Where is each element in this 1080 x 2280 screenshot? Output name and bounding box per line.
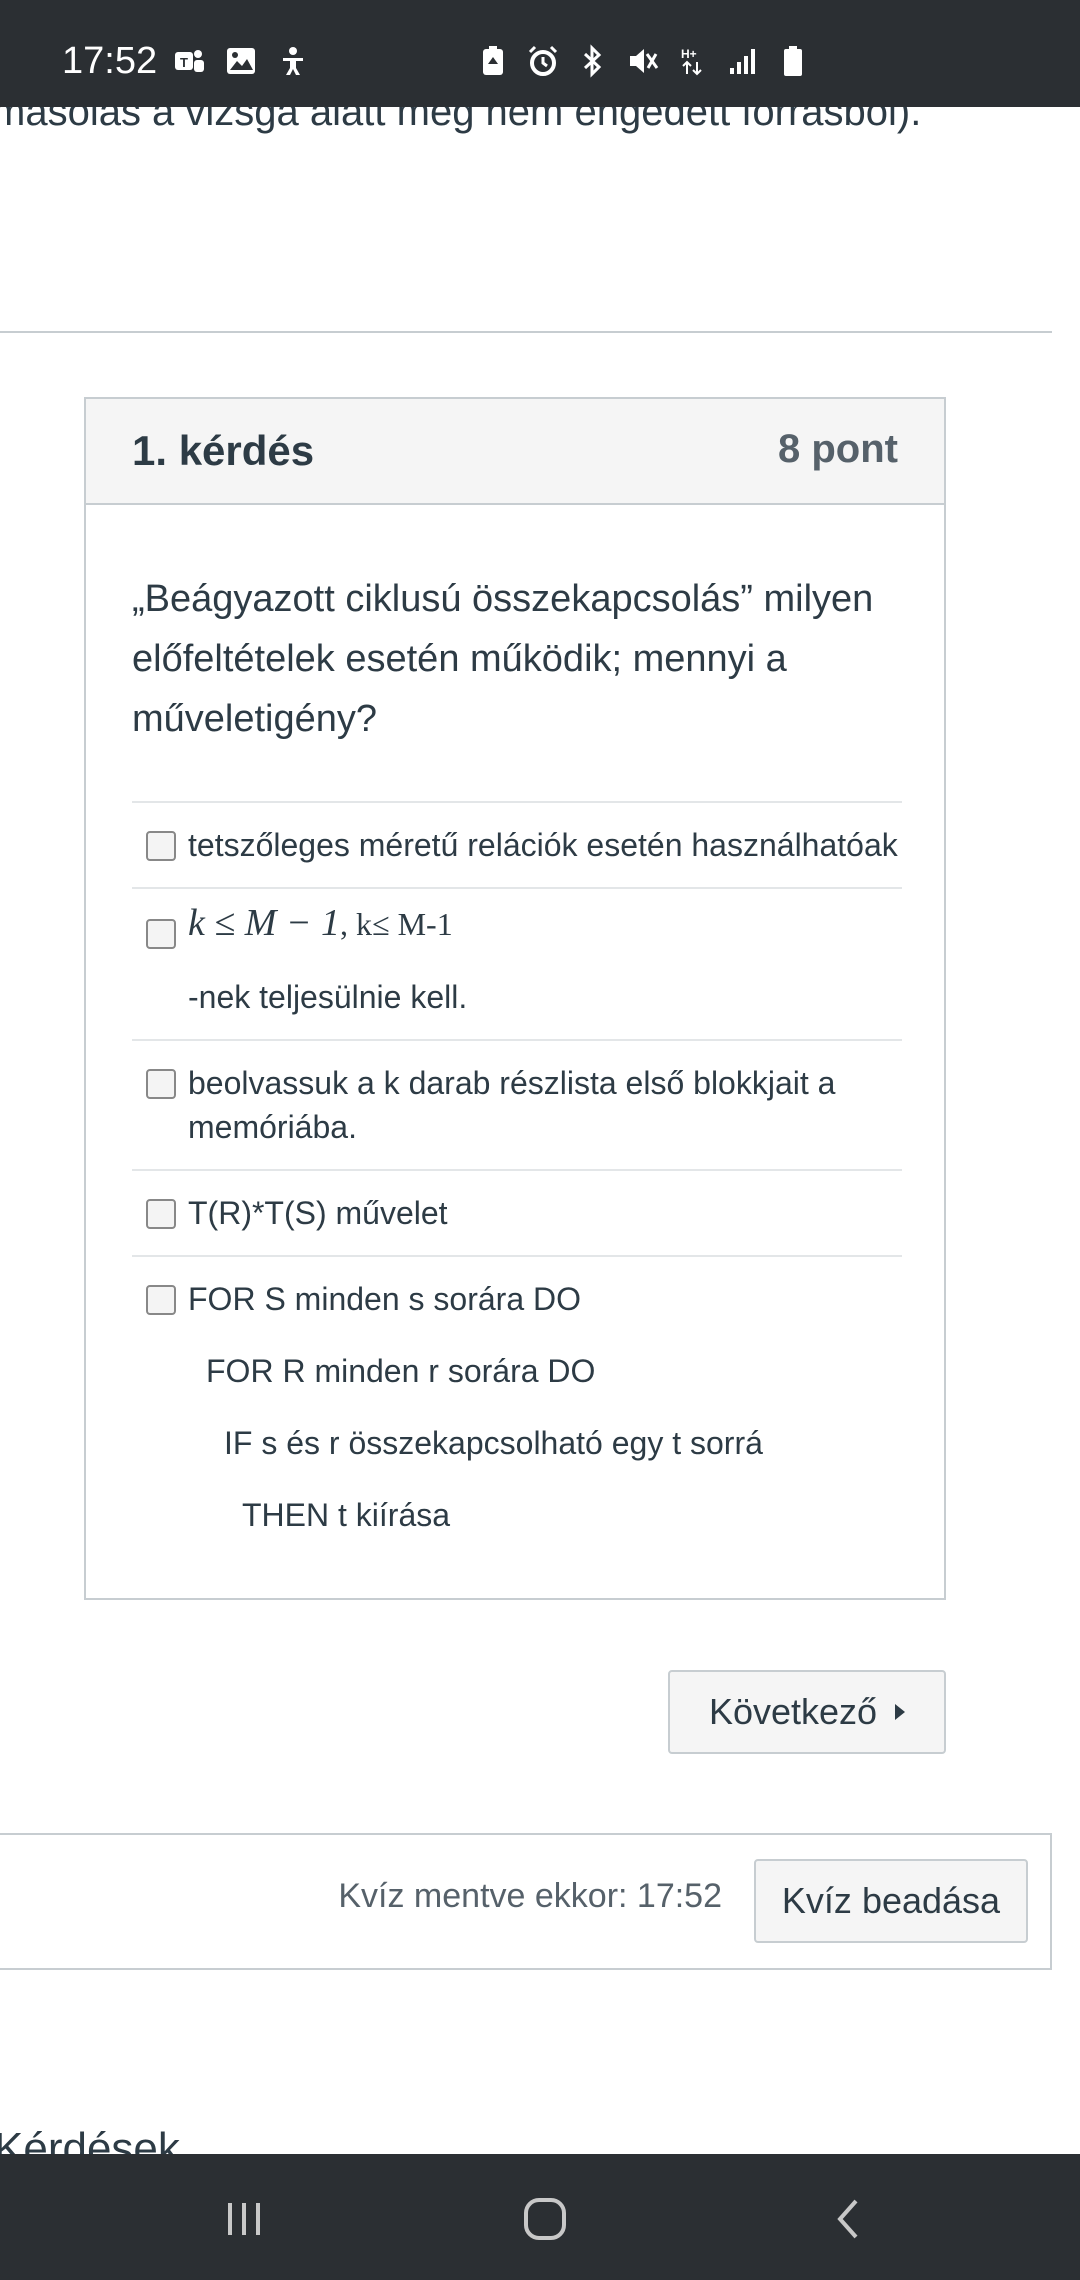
answer-checkbox[interactable] xyxy=(146,831,176,861)
status-left-icons: T xyxy=(172,44,310,78)
status-bar: 17:52 T H+ xyxy=(0,0,1080,107)
question-text: „Beágyazott ciklusú összekapcsolás” mily… xyxy=(132,578,874,740)
submit-quiz-label: Kvíz beadása xyxy=(781,1880,1001,1921)
answer-label: beolvassuk a k darab részlista első blok… xyxy=(188,1065,836,1101)
answer-math: k ≤ M − 1, k≤ M-1 xyxy=(188,901,453,946)
status-time: 17:52 xyxy=(62,40,158,82)
answer-option[interactable]: FOR S minden s sorára DO FOR R minden r … xyxy=(132,1255,902,1545)
hplus-data-icon: H+ xyxy=(676,44,710,78)
battery-icon xyxy=(776,44,810,78)
answer-checkbox[interactable] xyxy=(146,919,176,949)
next-button-label: Következő xyxy=(708,1691,878,1732)
answer-checkbox[interactable] xyxy=(146,1285,176,1315)
play-triangle-icon xyxy=(895,1704,906,1720)
math-plain: , k≤ M-1 xyxy=(340,906,453,942)
answer-label: FOR R minden r sorára DO xyxy=(206,1353,596,1389)
answer-label: tetszőleges méretű relációk esetén haszn… xyxy=(188,827,898,863)
answer-list: tetszőleges méretű relációk esetén haszn… xyxy=(132,801,902,1545)
answer-checkbox[interactable] xyxy=(146,1199,176,1229)
question-card: 1. kérdés 8 pont „Beágyazott ciklusú öss… xyxy=(84,397,946,1600)
math-formula: k ≤ M − 1 xyxy=(188,902,341,944)
saved-status: Kvíz mentve ekkor: 17:52 xyxy=(338,1877,722,1915)
status-right-icons: H+ xyxy=(476,44,810,78)
answer-label: -nek teljesülnie kell. xyxy=(188,979,468,1015)
gallery-icon xyxy=(224,44,258,78)
alarm-icon xyxy=(526,44,560,78)
divider xyxy=(0,331,1052,333)
svg-text:H+: H+ xyxy=(681,47,697,61)
question-points: 8 pont xyxy=(778,427,898,471)
back-icon[interactable] xyxy=(818,2194,878,2244)
question-header: 1. kérdés 8 pont xyxy=(86,399,944,505)
quiz-footer: Kvíz mentve ekkor: 17:52 Kvíz beadása xyxy=(0,1833,1052,1970)
next-button[interactable]: Következő xyxy=(668,1670,946,1754)
teams-icon: T xyxy=(172,44,206,78)
answer-label: IF s és r összekapcsolható egy t sorrá xyxy=(224,1425,763,1461)
answer-label: FOR S minden s sorára DO xyxy=(188,1281,581,1317)
answer-option[interactable]: k ≤ M − 1, k≤ M-1 -nek teljesülnie kell. xyxy=(132,887,902,1039)
signal-icon xyxy=(726,44,760,78)
home-icon[interactable] xyxy=(515,2194,575,2244)
accessibility-icon xyxy=(276,44,310,78)
mute-icon xyxy=(626,44,660,78)
answer-option[interactable]: beolvassuk a k darab részlista első blok… xyxy=(132,1039,902,1169)
battery-saver-icon xyxy=(476,44,510,78)
answer-checkbox[interactable] xyxy=(146,1069,176,1099)
answer-label: T(R)*T(S) művelet xyxy=(188,1195,448,1231)
answer-option[interactable]: T(R)*T(S) művelet xyxy=(132,1169,902,1255)
navigation-bar xyxy=(0,2154,1080,2280)
recent-apps-icon[interactable] xyxy=(214,2194,274,2244)
question-title: 1. kérdés xyxy=(132,427,315,474)
submit-quiz-button[interactable]: Kvíz beadása xyxy=(754,1859,1028,1943)
svg-text:T: T xyxy=(180,55,188,70)
answer-label: memóriába. xyxy=(188,1109,357,1145)
bluetooth-icon xyxy=(576,44,610,78)
answer-option[interactable]: tetszőleges méretű relációk esetén haszn… xyxy=(132,801,902,887)
answer-label: THEN t kiírása xyxy=(242,1497,451,1533)
